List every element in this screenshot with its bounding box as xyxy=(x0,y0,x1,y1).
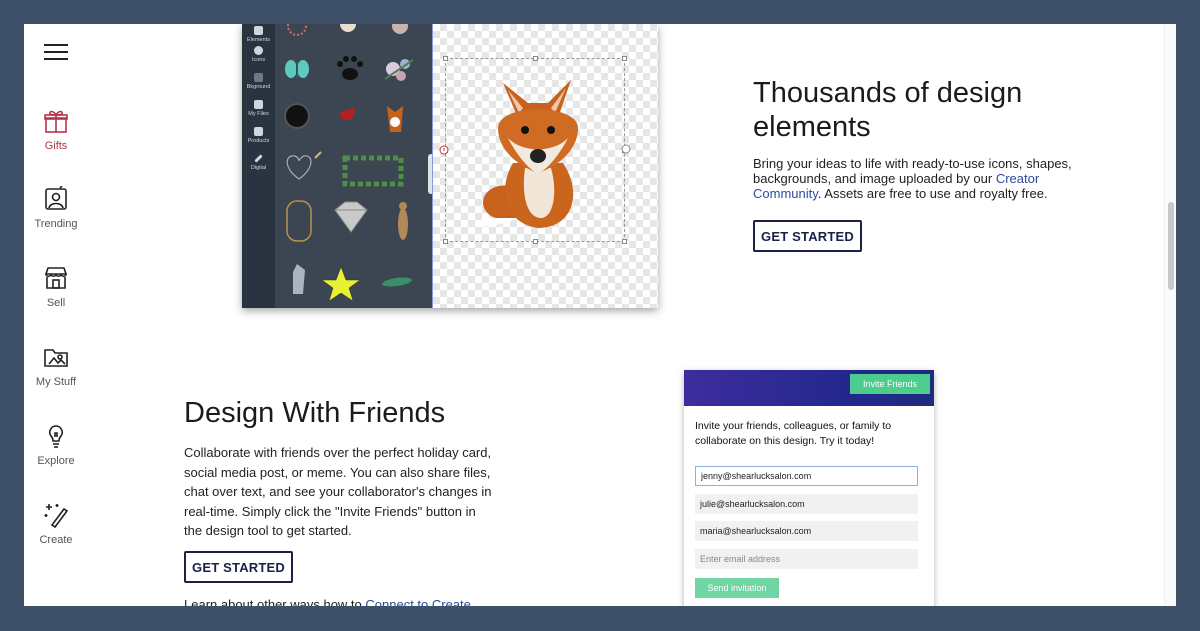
email-input-empty[interactable] xyxy=(695,549,918,569)
email-input-2[interactable] xyxy=(695,494,918,514)
rail-item-products: Products xyxy=(242,127,275,144)
fox-illustration xyxy=(476,80,578,228)
sidebar: Gifts Trending Sell My Stuff Explore Cre… xyxy=(24,24,88,606)
smiley-icon xyxy=(254,46,263,55)
email-input-1[interactable] xyxy=(695,466,918,486)
sidebar-item-label: Explore xyxy=(37,455,75,467)
sidebar-item-label: My Stuff xyxy=(35,376,77,388)
heart-outline-element xyxy=(286,151,322,180)
rail-item-background: Bkground xyxy=(242,73,275,90)
section-body-design-with-friends: Collaborate with friends over the perfec… xyxy=(184,445,492,538)
yellow-star-element xyxy=(321,266,361,302)
black-circle-element xyxy=(284,103,310,129)
sidebar-item-label: Sell xyxy=(46,297,66,309)
sidebar-item-label: Gifts xyxy=(44,140,68,152)
learn-more-text: Learn about other ways how to Connect to… xyxy=(184,597,471,606)
invite-friends-card: Invite Friends Invite your friends, coll… xyxy=(684,370,934,606)
floral-bouquet-element xyxy=(384,59,414,81)
small-fox-element xyxy=(387,106,403,132)
invite-friends-button[interactable]: Invite Friends xyxy=(850,374,930,394)
sidebar-item-gifts[interactable]: Gifts xyxy=(24,108,88,152)
background-icon xyxy=(254,73,263,82)
rotate-handle-icon[interactable] xyxy=(621,144,631,154)
folder-image-icon xyxy=(44,349,68,367)
sidebar-item-my-stuff[interactable]: My Stuff xyxy=(24,344,88,388)
email-input-3[interactable] xyxy=(695,521,918,541)
diamond-element xyxy=(334,201,368,233)
cloud-upload-icon xyxy=(254,100,263,109)
flower-element xyxy=(392,24,408,34)
firework-element xyxy=(287,24,307,36)
trending-portrait-icon xyxy=(45,186,67,210)
paw-print-element xyxy=(337,56,363,80)
sidebar-item-create[interactable]: Create xyxy=(24,502,88,546)
tshirt-icon xyxy=(254,127,263,136)
magic-wand-icon xyxy=(44,504,69,528)
rail-item-icons: Icons xyxy=(242,46,275,63)
gift-icon xyxy=(44,110,68,133)
green-leaf-element xyxy=(382,277,412,287)
delete-handle-icon[interactable] xyxy=(439,145,449,155)
section-title-design-elements: Thousands of design elements xyxy=(753,77,1023,143)
sidebar-item-explore[interactable]: Explore xyxy=(24,423,88,467)
leaf-wreath-element xyxy=(342,155,404,187)
gold-frame-element xyxy=(286,200,312,242)
sidebar-item-trending[interactable]: Trending xyxy=(24,186,88,230)
elements-panel xyxy=(275,24,432,308)
horse-element xyxy=(293,264,305,294)
design-editor-preview: Elements Icons Bkground My Files Product… xyxy=(242,24,658,308)
invite-card-header: Invite Friends xyxy=(684,370,934,406)
sidebar-item-label: Trending xyxy=(34,218,78,230)
invite-description: Invite your friends, colleagues, or fami… xyxy=(695,420,892,447)
butterfly-element xyxy=(285,60,309,78)
sidebar-item-label: Create xyxy=(39,534,73,546)
editor-tool-rail: Elements Icons Bkground My Files Product… xyxy=(242,24,275,308)
rail-item-my-files: My Files xyxy=(242,100,275,117)
elements-grid xyxy=(284,24,414,302)
sidebar-item-sell[interactable]: Sell xyxy=(24,265,88,309)
meerkat-element xyxy=(398,202,408,240)
red-bird-element xyxy=(340,108,355,120)
scrollbar-thumb[interactable] xyxy=(1168,202,1174,290)
design-canvas[interactable] xyxy=(432,24,658,308)
section-body-design-elements: Bring your ideas to life with ready-to-u… xyxy=(753,156,1072,201)
page-frame: Gifts Trending Sell My Stuff Explore Cre… xyxy=(24,24,1176,606)
section-title-design-with-friends: Design With Friends xyxy=(184,397,446,429)
get-started-button-elements[interactable]: GET STARTED xyxy=(753,220,862,252)
ring-element xyxy=(340,24,356,32)
hamburger-menu-icon[interactable] xyxy=(44,44,68,60)
elements-icon xyxy=(254,26,263,35)
send-invitation-button[interactable]: Send invitation xyxy=(695,578,779,598)
page-scrollbar[interactable] xyxy=(1164,24,1176,606)
storefront-icon xyxy=(44,267,68,289)
lightbulb-icon xyxy=(49,425,63,448)
rail-item-digital: Digital xyxy=(242,154,275,171)
pencil-icon xyxy=(254,154,263,163)
rail-item-elements: Elements xyxy=(242,26,275,43)
get-started-button-friends[interactable]: GET STARTED xyxy=(184,551,293,583)
connect-to-create-link[interactable]: Connect to Create xyxy=(365,597,471,606)
